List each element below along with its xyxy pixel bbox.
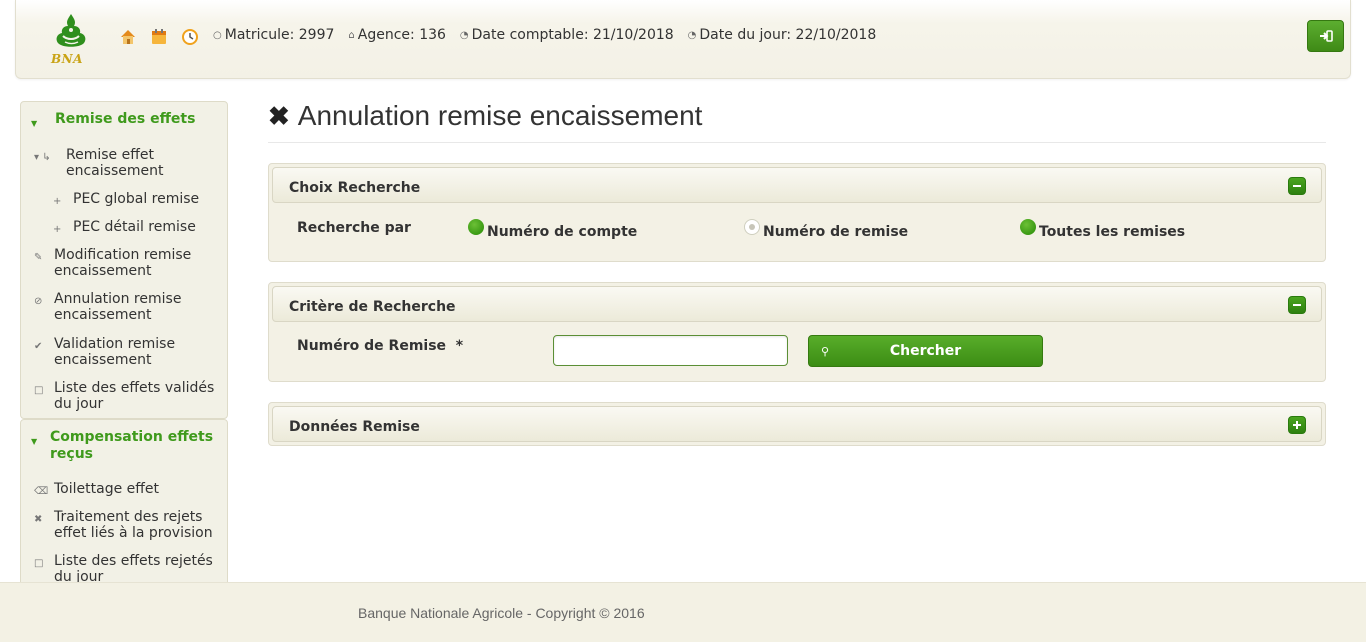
clock-icon[interactable] bbox=[181, 28, 199, 46]
date-jour-info: ◔ Date du jour: 22/10/2018 bbox=[688, 27, 877, 43]
sidebar-item-liste-rejetes[interactable]: □ Liste des effets rejetés du jour bbox=[34, 553, 224, 582]
matricule-info: ○ Matricule: 2997 bbox=[213, 27, 334, 43]
date-jour-text: Date du jour: 22/10/2018 bbox=[699, 27, 877, 43]
radio-numero-remise[interactable]: Numéro de remise bbox=[744, 219, 908, 240]
plus-icon bbox=[1293, 421, 1301, 429]
radio-dot bbox=[744, 219, 760, 235]
top-bar: BNA ○ Matricule: 2997 ⌂ Agence: 136 ◔ Da… bbox=[15, 0, 1351, 79]
caret-down-icon: ▼ bbox=[31, 437, 38, 446]
bna-logo-text: BNA bbox=[51, 52, 83, 66]
expand-button[interactable] bbox=[1288, 416, 1306, 434]
radio-label: Numéro de compte bbox=[487, 224, 638, 240]
minus-icon bbox=[1293, 185, 1301, 187]
panel-header: Choix Recherche bbox=[272, 167, 1322, 203]
sidebar-item-validation[interactable]: ✔ Validation remise encaissement bbox=[34, 336, 224, 368]
ban-icon: ⊘ bbox=[34, 296, 43, 307]
numero-remise-input[interactable] bbox=[553, 335, 788, 366]
sidebar-section-remise-header[interactable]: ▼ Remise des effets bbox=[21, 102, 227, 132]
close-icon: ✖ bbox=[268, 100, 290, 131]
sidebar-item-label: PEC détail remise bbox=[73, 219, 196, 235]
bna-logo: BNA bbox=[49, 12, 93, 70]
date-comptable-text: Date comptable: 21/10/2018 bbox=[471, 27, 674, 43]
sidebar-item-modification[interactable]: ✎ Modification remise encaissement bbox=[34, 247, 224, 279]
home-small-icon: ⌂ bbox=[348, 29, 355, 41]
search-icon: ⚲ bbox=[821, 345, 830, 358]
file-icon: □ bbox=[34, 385, 44, 396]
sidebar-item-liste-valides[interactable]: □ Liste des effets validés du jour bbox=[34, 380, 224, 412]
numero-remise-label: Numéro de Remise * bbox=[297, 338, 464, 354]
file-icon: □ bbox=[34, 558, 44, 569]
radio-label: Numéro de remise bbox=[763, 224, 909, 240]
sidebar-item-label: Toilettage effet bbox=[54, 481, 159, 497]
radio-toutes-remises[interactable]: Toutes les remises bbox=[1020, 219, 1185, 240]
sidebar-section-compensation: ▼ Compensation effets reçus ⌫ Toilettage… bbox=[20, 419, 228, 582]
radio-dot bbox=[468, 219, 484, 235]
sidebar-item-label: Annulation remise encaissement bbox=[54, 291, 182, 323]
sidebar-item-label: Liste des effets rejetés du jour bbox=[54, 553, 213, 582]
plus-icon: + bbox=[53, 196, 62, 207]
panel-choix-recherche: Choix Recherche Recherche par Numéro de … bbox=[268, 163, 1326, 262]
sidebar-section-remise: ▼ Remise des effets ▾ ↳ Remise effet enc… bbox=[20, 101, 228, 419]
sidebar-section-title: Remise des effets bbox=[55, 111, 196, 127]
trash-icon: ⌫ bbox=[34, 486, 49, 497]
panel-title: Critère de Recherche bbox=[289, 299, 456, 315]
agence-info: ⌂ Agence: 136 bbox=[348, 27, 446, 43]
collapse-button[interactable] bbox=[1288, 296, 1306, 314]
sidebar-item-traitement-rejets[interactable]: ✖ Traitement des rejets effet liés à la … bbox=[34, 509, 224, 541]
recherche-par-label: Recherche par bbox=[297, 220, 411, 236]
chercher-button[interactable]: ⚲ Chercher bbox=[808, 335, 1043, 367]
user-icon: ○ bbox=[213, 29, 222, 41]
panel-donnees-remise: Données Remise bbox=[268, 402, 1326, 446]
sidebar: ▼ Remise des effets ▾ ↳ Remise effet enc… bbox=[20, 101, 228, 582]
caret-down-icon: ▼ bbox=[31, 119, 38, 128]
sidebar-section-title: Compensation effets reçus bbox=[50, 429, 214, 462]
footer: Banque Nationale Agricole - Copyright © … bbox=[0, 582, 1366, 642]
panel-title: Données Remise bbox=[289, 419, 420, 435]
sidebar-item-annulation[interactable]: ⊘ Annulation remise encaissement bbox=[34, 291, 224, 323]
clock-small-icon: ◔ bbox=[687, 29, 697, 41]
sidebar-item-remise-effet[interactable]: ▾ ↳ Remise effet encaissement bbox=[34, 147, 224, 179]
plus-icon: + bbox=[53, 224, 62, 235]
logout-icon bbox=[1319, 30, 1333, 42]
share-icon: ▾ ↳ bbox=[34, 152, 51, 163]
radio-label: Toutes les remises bbox=[1039, 224, 1186, 240]
copyright-text: Banque Nationale Agricole - Copyright © … bbox=[358, 605, 645, 621]
page-title-text: Annulation remise encaissement bbox=[297, 100, 703, 131]
matricule-text: Matricule: 2997 bbox=[224, 27, 335, 43]
calendar-icon[interactable] bbox=[150, 28, 168, 46]
sidebar-item-label: Validation remise encaissement bbox=[54, 336, 176, 368]
check-icon: ✔ bbox=[34, 341, 43, 352]
radio-numero-compte[interactable]: Numéro de compte bbox=[468, 219, 637, 240]
pencil-icon: ✎ bbox=[34, 252, 43, 263]
sidebar-item-label: Traitement des rejets effet liés à la pr… bbox=[54, 509, 213, 541]
sidebar-item-toilettage[interactable]: ⌫ Toilettage effet bbox=[34, 481, 224, 500]
date-comptable-info: ◔ Date comptable: 21/10/2018 bbox=[460, 27, 674, 43]
chercher-button-label: Chercher bbox=[889, 343, 962, 359]
agence-text: Agence: 136 bbox=[357, 27, 446, 43]
sidebar-item-label: PEC global remise bbox=[73, 191, 200, 207]
home-icon[interactable] bbox=[119, 28, 137, 46]
panel-header: Critère de Recherche bbox=[272, 286, 1322, 322]
sidebar-section-compensation-header[interactable]: ▼ Compensation effets reçus bbox=[21, 420, 227, 463]
radio-dot bbox=[1020, 219, 1036, 235]
page-title: ✖ Annulation remise encaissement bbox=[268, 100, 702, 132]
bna-logo-emblem-icon bbox=[56, 14, 86, 47]
x-icon: ✖ bbox=[34, 514, 43, 525]
sidebar-item-pec-global[interactable]: + PEC global remise bbox=[53, 191, 199, 210]
sidebar-item-label: Liste des effets validés du jour bbox=[54, 380, 215, 412]
logout-button[interactable] bbox=[1307, 20, 1344, 52]
collapse-button[interactable] bbox=[1288, 177, 1306, 195]
panel-critere-recherche: Critère de Recherche Numéro de Remise * … bbox=[268, 282, 1326, 382]
minus-icon bbox=[1293, 304, 1301, 306]
clock-small-icon: ◔ bbox=[459, 29, 469, 41]
title-divider bbox=[268, 142, 1326, 143]
panel-header: Données Remise bbox=[272, 406, 1322, 442]
panel-title: Choix Recherche bbox=[289, 180, 421, 196]
sidebar-item-label: Remise effet encaissement bbox=[66, 147, 164, 179]
sidebar-item-label: Modification remise encaissement bbox=[54, 247, 192, 279]
sidebar-item-pec-detail[interactable]: + PEC détail remise bbox=[53, 219, 196, 238]
